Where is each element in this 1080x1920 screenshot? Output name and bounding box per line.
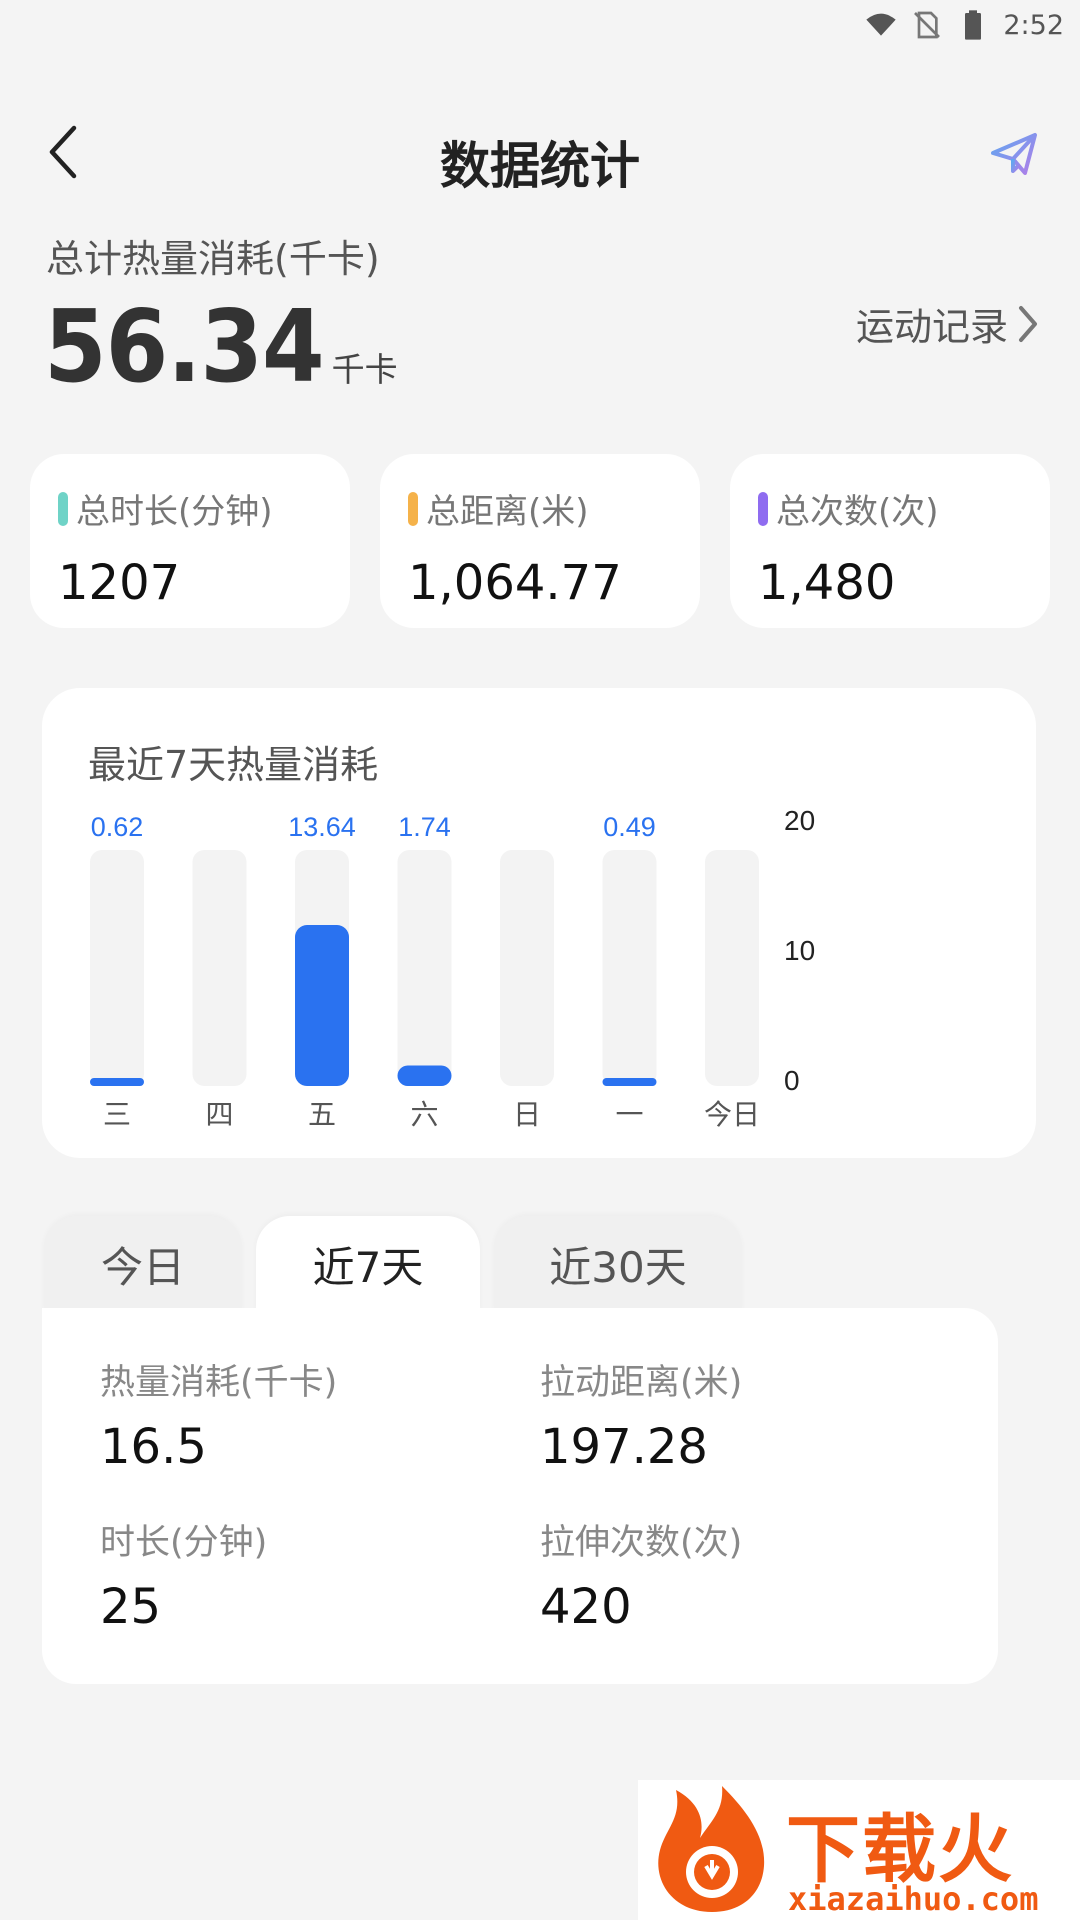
total-calories-label: 总计热量消耗(千卡)	[46, 237, 380, 281]
share-button[interactable]	[984, 124, 1044, 184]
stat-dot-count	[758, 491, 768, 526]
stat-value: 1207	[58, 555, 181, 611]
total-calories-number: 56.34	[44, 288, 325, 405]
y-tick-label: 0	[784, 1065, 800, 1096]
stat-cards: 总时长(分钟) 1207 总距离(米) 1,064.77 总次数(次) 1,48…	[30, 454, 1050, 628]
flame-logo-icon	[658, 1786, 765, 1912]
exercise-record-label: 运动记录	[855, 305, 1008, 349]
x-tick-label: 一	[615, 1098, 643, 1131]
watermark-url: xiazaihuo.com	[788, 1880, 1039, 1918]
page-title: 数据统计	[440, 137, 640, 195]
stat-label: 总时长(分钟)	[76, 492, 273, 532]
stat-value: 1,064.77	[408, 555, 622, 611]
period-detail-card: 热量消耗(千卡) 16.5 拉动距离(米) 197.28 时长(分钟) 25 拉…	[42, 1308, 998, 1684]
bar-track	[500, 850, 554, 1086]
detail-value: 197.28	[540, 1419, 708, 1475]
stat-dot-duration	[58, 491, 68, 526]
x-tick-label: 今日	[704, 1098, 760, 1131]
header: 数据统计	[0, 110, 1080, 200]
bar-track	[90, 850, 144, 1086]
stat-card-duration: 总时长(分钟) 1207	[30, 454, 350, 628]
bar-track	[705, 850, 759, 1086]
x-tick-label: 日	[513, 1098, 541, 1131]
bar-track	[192, 850, 247, 1086]
bar	[602, 1078, 657, 1086]
bar-value-label: 13.64	[288, 812, 356, 842]
detail-label: 时长(分钟)	[100, 1523, 268, 1563]
x-tick-label: 五	[308, 1098, 336, 1131]
x-tick-label: 六	[410, 1098, 438, 1131]
chart-title: 最近7天热量消耗	[88, 743, 379, 787]
detail-value: 25	[100, 1579, 162, 1635]
bar-value-label: 0.62	[91, 812, 144, 842]
detail-duration: 时长(分钟) 25	[100, 1514, 267, 1635]
y-tick-label: 20	[784, 805, 815, 836]
detail-distance: 拉动距离(米) 197.28	[540, 1354, 742, 1475]
total-calories-value: 56.34 千卡	[44, 288, 398, 405]
bar-value-label: 0.49	[603, 812, 656, 842]
stat-value: 1,480	[758, 555, 896, 611]
bar	[397, 1065, 452, 1086]
exercise-record-link[interactable]: 运动记录	[856, 296, 1040, 351]
status-time: 2:52	[1003, 9, 1064, 41]
detail-label: 拉伸次数(次)	[540, 1523, 743, 1563]
detail-label: 热量消耗(千卡)	[100, 1363, 338, 1403]
wifi-icon	[866, 13, 897, 36]
detail-stretch-count: 拉伸次数(次) 420	[540, 1514, 742, 1635]
detail-label: 拉动距离(米)	[540, 1363, 743, 1403]
paper-plane-icon	[991, 133, 1037, 175]
status-bar: 2:52	[0, 0, 1080, 50]
detail-value: 16.5	[100, 1419, 207, 1475]
bar	[90, 1078, 144, 1086]
stat-label: 总次数(次)	[776, 492, 939, 532]
battery-icon	[965, 10, 982, 40]
period-tabs: 今日 近7天 近30天	[44, 1216, 742, 1312]
stat-card-count: 总次数(次) 1,480	[730, 454, 1050, 628]
x-tick-label: 三	[103, 1098, 131, 1131]
no-sim-icon	[914, 11, 941, 39]
y-tick-label: 10	[784, 935, 815, 966]
stat-card-distance: 总距离(米) 1,064.77	[380, 454, 700, 628]
detail-calories: 热量消耗(千卡) 16.5	[100, 1354, 337, 1475]
tab-last-7-days[interactable]: 近7天	[256, 1216, 480, 1312]
detail-value: 420	[540, 1579, 632, 1635]
tab-today[interactable]: 今日	[44, 1216, 242, 1312]
bar-track	[602, 850, 657, 1086]
bar-value-label: 1.74	[398, 812, 451, 842]
x-tick-label: 四	[205, 1098, 233, 1131]
chevron-right-icon	[1019, 305, 1037, 342]
stat-label: 总距离(米)	[426, 492, 589, 532]
stat-dot-distance	[408, 491, 418, 526]
total-calories-unit: 千卡	[331, 350, 398, 389]
tab-last-30-days[interactable]: 近30天	[494, 1216, 742, 1312]
watermark: 下载火 xiazaihuo.com	[638, 1780, 1080, 1920]
bar	[295, 925, 349, 1086]
bar-track	[397, 850, 452, 1086]
weekly-calories-chart-card: 0.62 三 四 13.64 五 1.74 六 日 0.49 一 今日 20 10 0 最近7天热量消耗	[42, 688, 1036, 1158]
